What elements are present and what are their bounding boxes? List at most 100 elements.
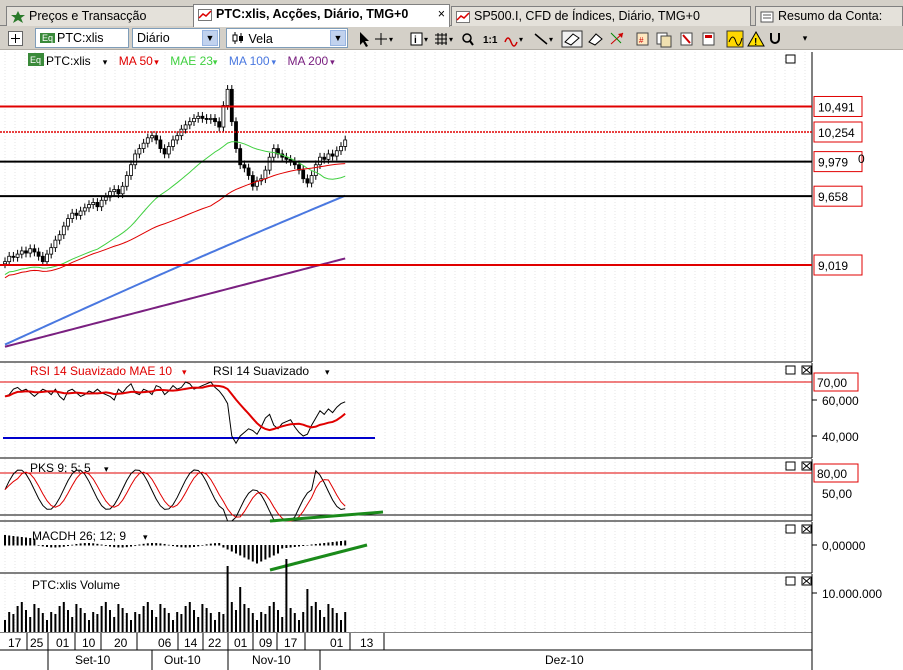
maximize-panel-icon[interactable] bbox=[785, 576, 796, 586]
candle-body bbox=[158, 139, 163, 149]
candle-body bbox=[87, 204, 91, 209]
candle-body bbox=[225, 88, 230, 106]
legend-ptc-xlis: PTC:xlis bbox=[46, 54, 91, 68]
svg-text:▾: ▾ bbox=[449, 35, 453, 44]
tab-precos[interactable]: Preços e Transacção bbox=[6, 6, 194, 26]
tab-ptc-chart[interactable]: PTC:xlis, Acções, Diário, TMG+0 × bbox=[193, 4, 450, 27]
grid-icon[interactable]: ▾ bbox=[435, 33, 453, 45]
star-icon bbox=[11, 11, 25, 23]
svg-text:1:1: 1:1 bbox=[483, 35, 498, 46]
level-label: 9,979 bbox=[818, 156, 848, 170]
legend-ma-50: MA 50 bbox=[119, 54, 153, 68]
date-tick-label: 01 bbox=[330, 636, 344, 650]
copy-icon[interactable] bbox=[656, 32, 672, 48]
cursor-icon[interactable] bbox=[360, 32, 369, 47]
candle-body bbox=[213, 118, 217, 123]
maximize-panel-icon[interactable] bbox=[785, 54, 796, 64]
month-label: Set-10 bbox=[75, 653, 111, 667]
objects-icon[interactable]: # bbox=[636, 32, 649, 46]
candle-body bbox=[204, 118, 209, 120]
chart-icon bbox=[198, 9, 212, 21]
candle-body bbox=[330, 153, 335, 157]
date-tick-label: 01 bbox=[56, 636, 70, 650]
tab-bar: Preços e Transacção PTC:xlis, Acções, Di… bbox=[0, 0, 903, 27]
svg-text:!: ! bbox=[754, 37, 757, 48]
candle-body bbox=[3, 261, 7, 265]
chart-type-value: Vela bbox=[248, 32, 273, 46]
period-select[interactable]: Diário ▼ bbox=[132, 28, 220, 48]
rsi-ma-legend: RSI 14 Suavizado MAE 10 bbox=[30, 364, 172, 378]
candle-body bbox=[171, 139, 175, 147]
wave-icon[interactable]: ▾ bbox=[504, 35, 523, 47]
plus-button[interactable] bbox=[6, 30, 26, 47]
one-to-one-icon[interactable]: 1:1 bbox=[483, 35, 498, 46]
candle-body bbox=[40, 255, 45, 263]
date-tick-label: 17 bbox=[284, 636, 298, 650]
indicator-icon[interactable] bbox=[726, 30, 744, 48]
svg-text:▾: ▾ bbox=[424, 35, 428, 44]
chevron-down-icon: ▾ bbox=[143, 532, 148, 542]
candle-body bbox=[326, 153, 331, 160]
chevron-down-icon: ▾ bbox=[103, 57, 108, 67]
date-tick-label: 10 bbox=[82, 636, 96, 650]
level-label: 10,254 bbox=[818, 126, 855, 140]
symbol-value: PTC:xlis bbox=[57, 31, 104, 45]
chart-icon bbox=[456, 11, 470, 23]
magnet-icon[interactable] bbox=[770, 33, 780, 44]
candle-body bbox=[250, 175, 255, 187]
eraser-icon[interactable] bbox=[561, 30, 583, 48]
date-tick-label: 20 bbox=[114, 636, 128, 650]
volume-level-label: 10.000.000 bbox=[822, 587, 882, 601]
candle-body bbox=[234, 121, 238, 149]
toolbar-overflow-button[interactable]: ▾ bbox=[799, 30, 811, 47]
tab-label: SP500.I, CFD de Índices, Diário, TMG+0 bbox=[474, 9, 700, 23]
close-icon[interactable]: × bbox=[438, 7, 445, 21]
pks-level-label: 50,00 bbox=[822, 487, 852, 501]
candle-body bbox=[74, 212, 79, 216]
candle-body bbox=[242, 164, 247, 169]
candle-body bbox=[95, 202, 100, 208]
candle-body bbox=[263, 169, 268, 180]
chevron-down-icon: ▾ bbox=[154, 57, 159, 67]
pattern-icon[interactable] bbox=[588, 33, 603, 46]
candle-body bbox=[91, 202, 96, 205]
candle-body bbox=[301, 169, 306, 180]
candle-body bbox=[313, 164, 318, 176]
svg-text:▾: ▾ bbox=[519, 35, 523, 44]
candle-body bbox=[217, 121, 222, 128]
chart-type-select[interactable]: Vela ▼ bbox=[226, 28, 348, 48]
candle-body bbox=[145, 137, 150, 144]
candle-body bbox=[334, 150, 339, 157]
candle-body bbox=[183, 124, 188, 130]
chevron-down-icon: ▾ bbox=[330, 57, 335, 67]
month-label: Out-10 bbox=[164, 653, 201, 667]
maximize-panel-icon[interactable] bbox=[785, 365, 796, 375]
candle-body bbox=[129, 164, 133, 176]
candle-body bbox=[28, 248, 33, 254]
tool-icons: ▾ i ▾ ▾ 1:1 ▾ ▾ # ! bbox=[360, 30, 780, 48]
rsi-level-label: 40,000 bbox=[822, 430, 859, 444]
chevron-down-icon[interactable]: ▼ bbox=[202, 30, 218, 46]
date-tick-label: 06 bbox=[158, 636, 172, 650]
zoom-icon[interactable] bbox=[462, 33, 474, 46]
chevron-down-icon[interactable]: ▼ bbox=[330, 30, 346, 46]
arrows-icon[interactable] bbox=[610, 32, 624, 45]
candle-body bbox=[339, 146, 343, 152]
delete-object-icon[interactable] bbox=[680, 32, 693, 46]
maximize-panel-icon[interactable] bbox=[785, 461, 796, 471]
candle-body bbox=[78, 210, 83, 216]
maximize-panel-icon[interactable] bbox=[785, 524, 796, 534]
chart-area[interactable]: Eq PTC:xlis ▾ MA 50 ▾ MAE 23 ▾ MA 100 ▾ MA 200 ▾ 10… bbox=[0, 50, 903, 670]
tab-resumo-conta[interactable]: Resumo da Conta: bbox=[755, 6, 903, 26]
tab-sp500-chart[interactable]: SP500.I, CFD de Índices, Diário, TMG+0 bbox=[451, 6, 751, 26]
line-icon[interactable]: ▾ bbox=[534, 33, 553, 45]
crosshair-icon[interactable]: ▾ bbox=[375, 33, 393, 45]
candle-body bbox=[99, 199, 104, 208]
alert-icon[interactable]: ! bbox=[747, 30, 765, 48]
chevron-down-icon: ▾ bbox=[182, 367, 187, 377]
info-icon[interactable]: i ▾ bbox=[410, 32, 428, 46]
candle-body bbox=[15, 253, 20, 258]
calculator-icon[interactable] bbox=[702, 32, 715, 46]
symbol-input[interactable]: Eq PTC:xlis bbox=[35, 28, 129, 48]
chart-canvas[interactable]: Eq PTC:xlis ▾ MA 50 ▾ MAE 23 ▾ MA 100 ▾ MA 200 ▾10… bbox=[0, 50, 903, 670]
